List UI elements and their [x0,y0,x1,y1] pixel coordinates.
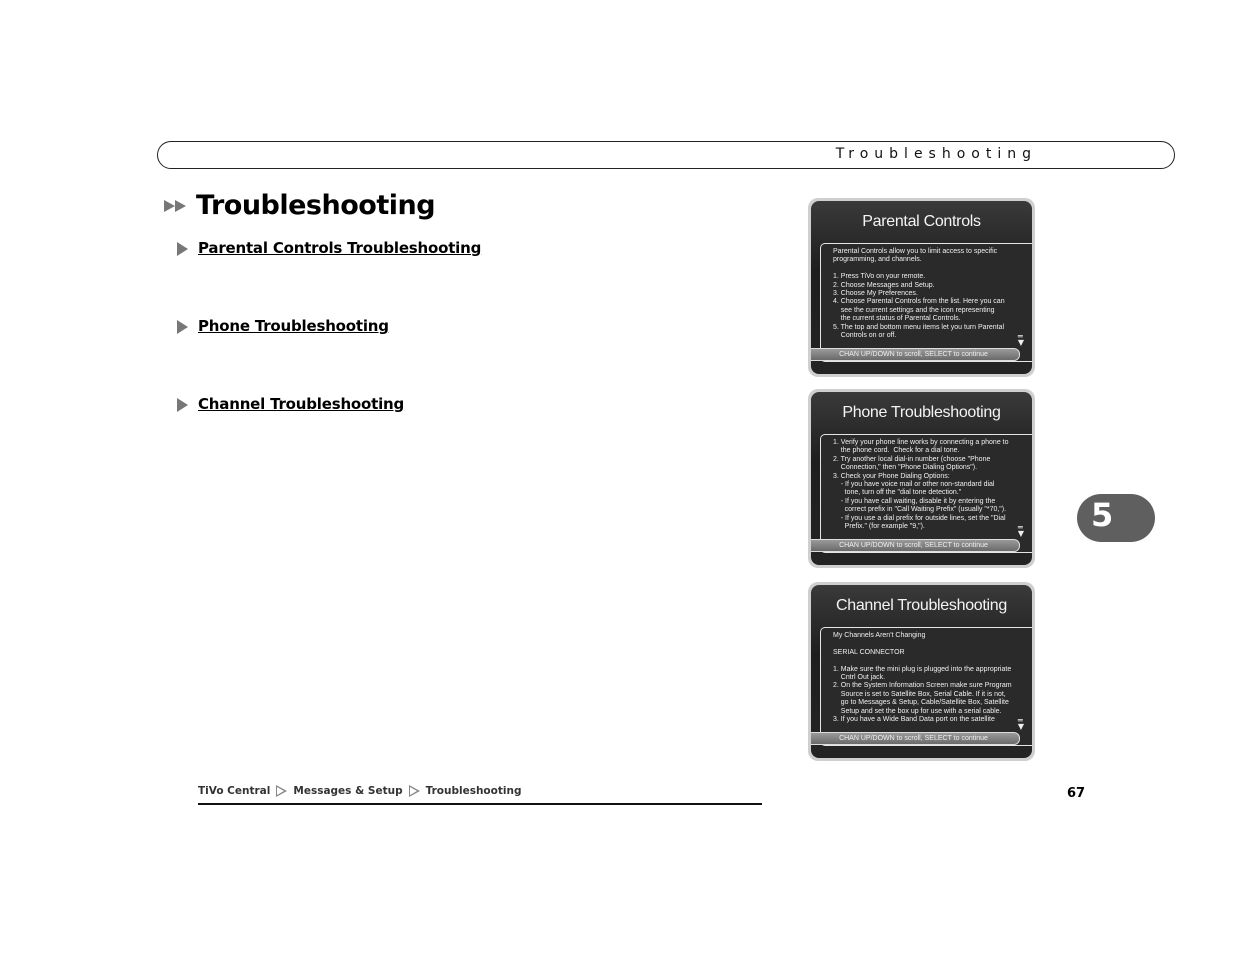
screen-body: 1. Verify your phone line works by conne… [833,439,1009,531]
link-label[interactable]: Channel Troubleshooting [198,395,404,413]
scroll-down-icon: ═ ▼ [1017,332,1024,347]
running-header-title: Troubleshooting [835,146,1037,162]
screen-body: Parental Controls allow you to limit acc… [833,248,1005,340]
link-phone-troubleshooting[interactable]: Phone Troubleshooting [177,317,389,335]
scroll-down-icon: ═ ▼ [1017,716,1024,731]
scroll-down-icon: ═ ▼ [1017,523,1024,538]
screen-footer: CHAN UP/DOWN to scroll, SELECT to contin… [811,732,1020,745]
screenshot-channel-troubleshooting: Channel Troubleshooting My Channels Aren… [808,582,1035,761]
breadcrumb-item: Messages & Setup [293,785,403,797]
link-channel-troubleshooting[interactable]: Channel Troubleshooting [177,395,404,413]
chapter-tab: 5 [1077,494,1155,542]
page-title: Troubleshooting [196,190,436,221]
arrow-icon [177,398,188,412]
arrow-icon [177,242,188,256]
screen-title: Channel Troubleshooting [835,597,1007,614]
screen-footer: CHAN UP/DOWN to scroll, SELECT to contin… [811,348,1020,361]
breadcrumb-item: TiVo Central [198,785,271,797]
screenshot-parental-controls: Parental Controls Parental Controls allo… [808,198,1035,377]
breadcrumb: TiVo Central Messages & Setup Troublesho… [198,785,521,797]
running-header: Troubleshooting [157,141,1175,169]
screen-body: My Channels Aren't Changing SERIAL CONNE… [833,632,1012,724]
arrow-icon [177,320,188,334]
screen-title: Phone Troubleshooting [842,404,1001,421]
link-parental-controls-troubleshooting[interactable]: Parental Controls Troubleshooting [177,239,481,257]
breadcrumb-item: Troubleshooting [425,785,522,797]
screen-title: Parental Controls [862,213,981,230]
link-label[interactable]: Phone Troubleshooting [198,317,389,335]
screen-footer: CHAN UP/DOWN to scroll, SELECT to contin… [811,539,1020,552]
footer-rule [198,803,762,805]
page-title-row: Troubleshooting [164,190,436,221]
screenshot-phone-troubleshooting: Phone Troubleshooting 1. Verify your pho… [808,389,1035,568]
page-number: 67 [1067,786,1086,801]
chapter-number: 5 [1091,496,1114,534]
breadcrumb-arrow-icon [276,785,288,797]
link-label[interactable]: Parental Controls Troubleshooting [198,239,481,257]
breadcrumb-arrow-icon [408,785,420,797]
double-arrow-icon [164,199,186,212]
